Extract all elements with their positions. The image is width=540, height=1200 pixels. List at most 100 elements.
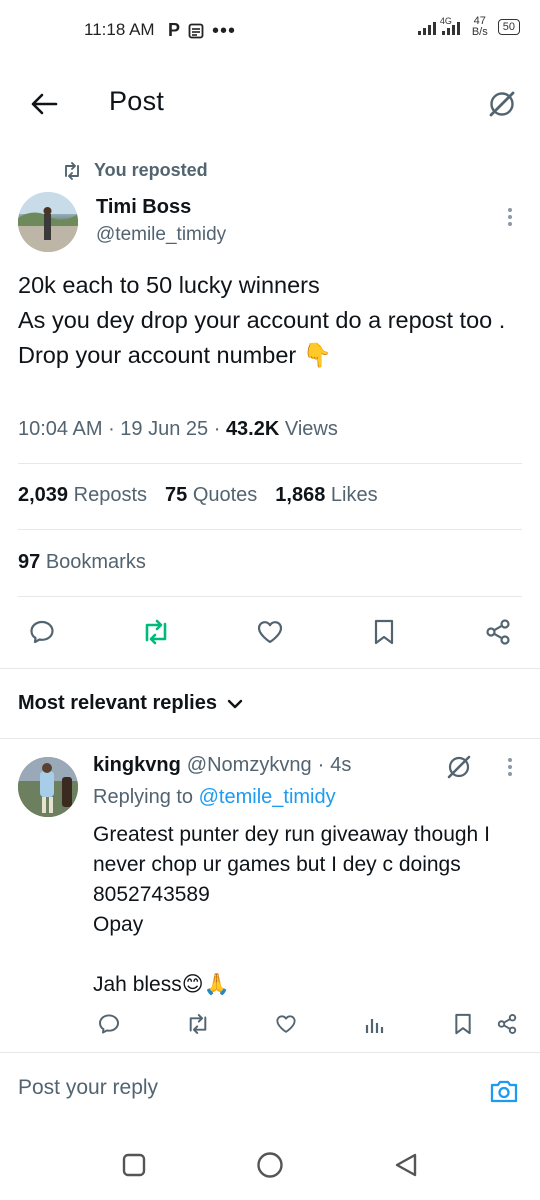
reply-like-button[interactable]: [270, 1008, 302, 1040]
replying-to: Replying to @temile_timidy: [93, 786, 336, 809]
bookmark-icon: [372, 618, 396, 646]
reply-bookmark-button[interactable]: [447, 1008, 479, 1040]
back-button[interactable]: [24, 84, 64, 124]
share-icon: [484, 618, 512, 646]
reply-right-actions: [447, 1008, 523, 1040]
post-time: 10:04 AM: [18, 418, 103, 440]
chevron-down-icon: [227, 698, 243, 710]
reply-icon: [28, 618, 56, 646]
views-count[interactable]: 43.2K: [226, 418, 279, 440]
camera-icon: [489, 1078, 519, 1104]
more-icon: [500, 206, 520, 228]
reply-separator: ·: [317, 754, 325, 776]
heart-icon: [255, 618, 285, 646]
net-speed-unit: B/s: [471, 26, 488, 38]
more-icon: [500, 756, 520, 778]
reply-button[interactable]: [22, 612, 62, 652]
author-handle[interactable]: @temile_timidy: [96, 224, 226, 246]
reposts-label: Reposts: [73, 484, 147, 506]
bookmarks-stat[interactable]: 97 Bookmarks: [18, 551, 146, 574]
repost-icon: [62, 161, 82, 180]
system-nav-bar: [0, 1130, 540, 1200]
camera-button[interactable]: [486, 1073, 522, 1109]
divider: [0, 738, 540, 739]
divider: [18, 596, 522, 597]
replying-prefix: Replying to: [93, 786, 194, 808]
post-more-button[interactable]: [500, 206, 520, 228]
replies-sort-dropdown[interactable]: Most relevant replies: [18, 692, 243, 715]
reposts-count: 2,039: [18, 484, 69, 506]
reply-grok-button[interactable]: [444, 752, 474, 782]
divider: [0, 668, 540, 669]
reply-analytics-button[interactable]: [359, 1008, 391, 1040]
reply-action-bar: [93, 1008, 523, 1040]
post-action-bar: [22, 612, 518, 652]
back-nav-button[interactable]: [393, 1151, 419, 1179]
divider: [18, 463, 522, 464]
analytics-icon: [364, 1013, 386, 1035]
status-time: 11:18 AM: [84, 20, 155, 39]
triangle-nav-icon: [393, 1151, 419, 1179]
author-avatar[interactable]: [18, 192, 78, 252]
share-icon: [496, 1013, 518, 1035]
divider: [0, 1052, 540, 1053]
bookmarks-count: 97: [18, 551, 41, 573]
repost-label: You reposted: [94, 160, 208, 180]
parking-icon: P: [168, 20, 181, 40]
message-icon: [188, 23, 204, 39]
circle-nav-icon: [255, 1150, 285, 1180]
quotes-count: 75: [165, 484, 188, 506]
square-nav-icon: [121, 1152, 147, 1178]
post-date: 19 Jun 25: [120, 418, 209, 440]
replies-heading: Most relevant replies: [18, 692, 217, 714]
reply-icon: [97, 1012, 121, 1036]
share-button[interactable]: [478, 612, 518, 652]
grok-icon: [444, 752, 474, 782]
reply-time: 4s: [330, 754, 352, 776]
back-arrow-icon: [30, 92, 58, 116]
reply-input[interactable]: Post your reply: [18, 1076, 158, 1100]
reply-text: Greatest punter dey run giveaway though …: [93, 823, 490, 996]
replying-to-handle[interactable]: @temile_timidy: [199, 786, 336, 808]
page-title: Post: [109, 86, 165, 116]
views-label[interactable]: Views: [285, 418, 338, 440]
network-type: 4G: [439, 16, 452, 26]
repost-icon: [140, 618, 172, 646]
reply-avatar[interactable]: [18, 757, 78, 817]
repost-icon: [185, 1012, 211, 1036]
divider: [18, 529, 522, 530]
bookmark-icon: [453, 1012, 473, 1036]
reply-reply-button[interactable]: [93, 1008, 125, 1040]
likes-count: 1,868: [275, 484, 326, 506]
post-stats: 2,039 Reposts 75 Quotes 1,868 Likes: [18, 484, 378, 507]
status-right-icons: 4G 47 B/s 50: [417, 16, 520, 38]
more-dots-icon: •••: [212, 19, 237, 42]
reply-more-button[interactable]: [500, 756, 520, 778]
battery-icon: 50: [497, 19, 520, 35]
reposts-stat[interactable]: 2,039 Reposts: [18, 484, 147, 507]
reply-repost-button[interactable]: [182, 1008, 214, 1040]
post-text: 20k each to 50 lucky winners As you dey …: [18, 272, 506, 368]
quotes-stat[interactable]: 75 Quotes: [165, 484, 257, 507]
repost-indicator: You reposted: [62, 160, 208, 181]
home-nav-button[interactable]: [255, 1150, 285, 1180]
bookmark-button[interactable]: [364, 612, 404, 652]
like-button[interactable]: [250, 612, 290, 652]
reply-author-handle[interactable]: @Nomzykvng: [187, 754, 312, 777]
grok-icon: [486, 88, 518, 120]
likes-stat[interactable]: 1,868 Likes: [275, 484, 377, 507]
quotes-label: Quotes: [192, 484, 258, 506]
net-speed: 47 B/s: [472, 16, 488, 38]
repost-button[interactable]: [136, 612, 176, 652]
reply-header: kingkvng @Nomzykvng · 4s: [93, 754, 351, 777]
author-name[interactable]: Timi Boss: [96, 196, 191, 219]
grok-button[interactable]: [482, 84, 522, 124]
reply-author-name[interactable]: kingkvng: [93, 754, 181, 777]
reply-share-button[interactable]: [491, 1008, 523, 1040]
likes-label: Likes: [330, 484, 378, 506]
post-meta: 10:04 AM · 19 Jun 25 · 43.2K Views: [18, 418, 338, 440]
bookmarks-label: Bookmarks: [45, 551, 146, 573]
heart-icon: [274, 1013, 298, 1035]
status-notification-icons: P •••: [168, 20, 236, 41]
recents-nav-button[interactable]: [121, 1152, 147, 1178]
